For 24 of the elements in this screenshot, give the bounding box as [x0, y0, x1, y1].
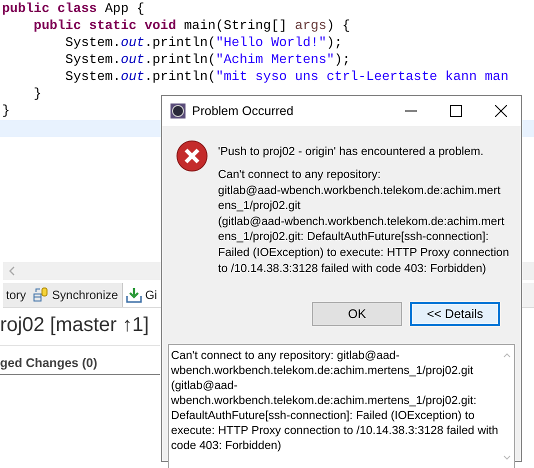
code-line: System.out.println("Hello World!"); [64, 34, 342, 51]
code-line: } [32, 85, 42, 102]
section-header[interactable]: ged Changes (0) [0, 352, 160, 375]
view-tab[interactable]: Synchronize [30, 283, 122, 307]
view-tab[interactable]: tory [3, 283, 30, 307]
code-line: System.out.println("Achim Mertens"); [64, 51, 350, 68]
maximize-icon[interactable] [450, 105, 462, 117]
code-line: public class App { [1, 0, 144, 17]
error-icon [176, 140, 208, 172]
code-line: System.out.println("mit syso uns ctrl-Leertaste kann man [64, 68, 509, 85]
app-icon [170, 103, 186, 119]
code-line: public static void main(String[] args) { [32, 17, 350, 34]
dialog-button[interactable]: OK [312, 302, 402, 326]
details-text: Can't connect to any repository: gitlab@aad- wbench.workbench.telekom.de:achim.mertens_1/proj02.git (gitlab@aad- wbench.workbench.telekom.de:achim.mertens_1/proj02.git: DefaultAuthFuture[ssh-connection]: Failed (IOException) to execute: HTTP Proxy connection to /10.14.38.3:3128 failed with code 403: Forbidden) [170, 348, 500, 454]
window-title: Problem Occurred [192, 104, 294, 118]
synchronize-icon [33, 287, 50, 303]
code-line: } [1, 102, 10, 119]
error-message: Can't connect to any repository: gitlab@aad-wbench.workbench.telekom.de:achim.mert ens_1/proj02.git (gitlab@aad-wbench.workbench.telekom.de:achim.mert ens_1/proj02.git: DefaultAuthFuture[ssh-connection]: Failed (IOException) to execute: HTTP Proxy connection to /10.14.38.3:3128 failed with code 403: Forbidden) [218, 167, 510, 276]
repository-title: roj02 [master ↑1] [0, 308, 160, 346]
dialog-button[interactable]: << Details [410, 302, 500, 326]
error-headline: 'Push to proj02 - origin' has encountered a problem. [218, 144, 484, 160]
close-icon[interactable] [495, 105, 507, 117]
view-tab[interactable]: Gi [122, 283, 162, 307]
download-tray-icon [126, 287, 142, 303]
